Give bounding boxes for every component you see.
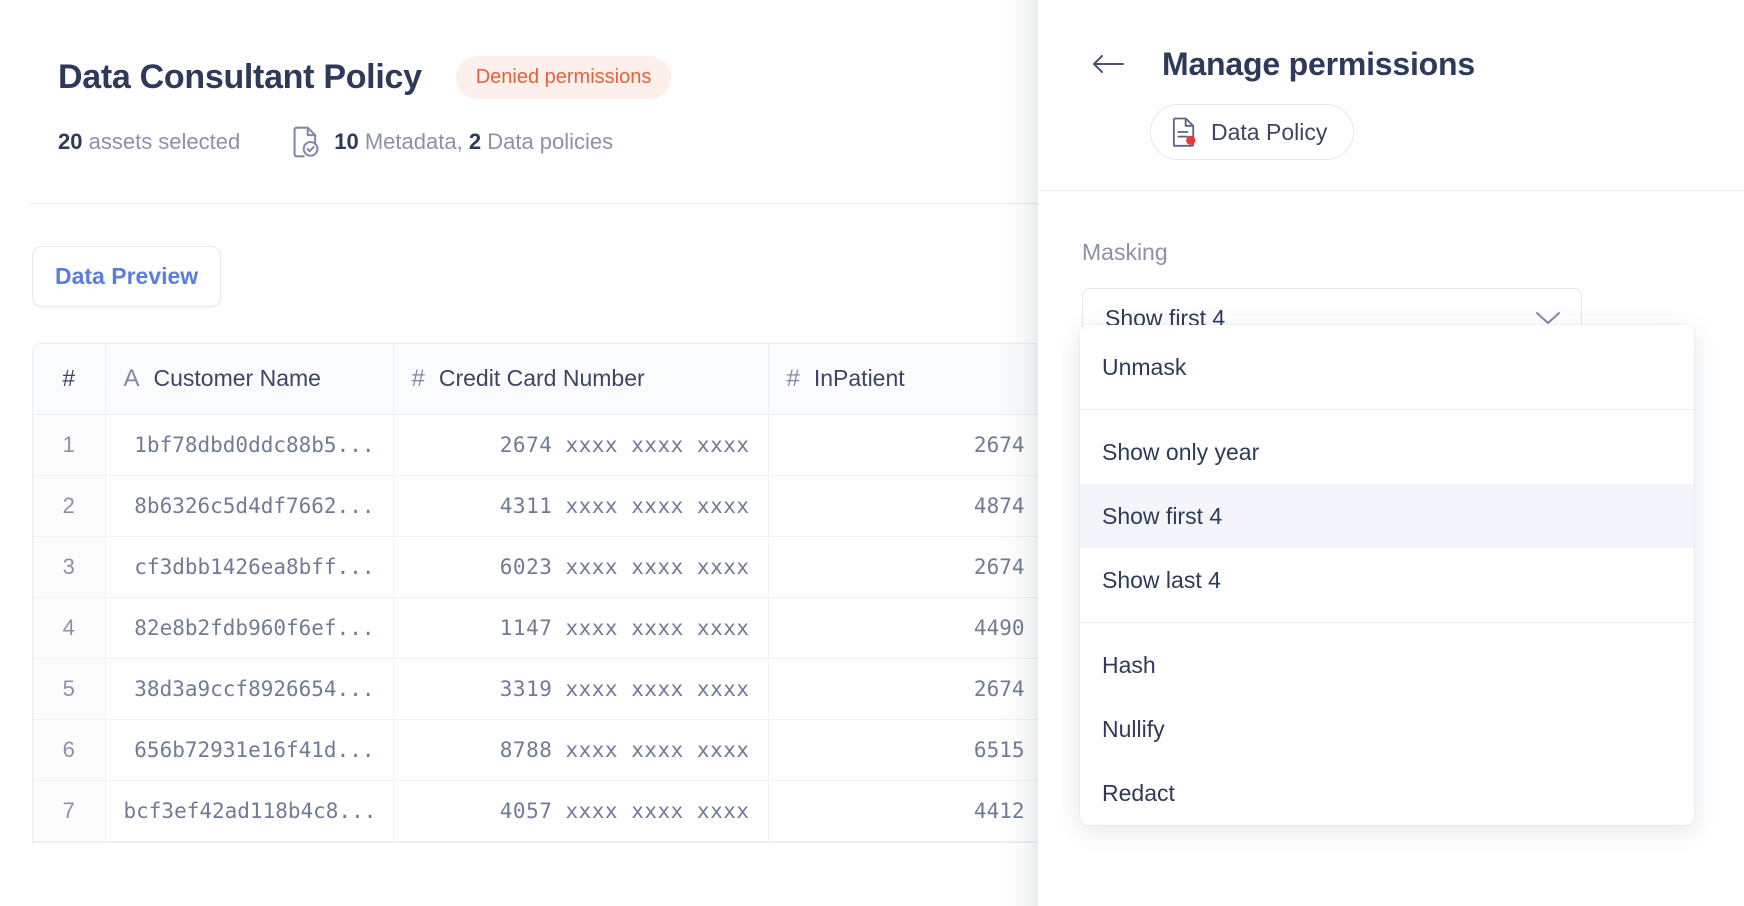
column-header-label: Credit Card Number [438, 365, 645, 392]
table-row[interactable]: 5 38d3a9ccf8926654... 3319 xxxx xxxx xxxx 2… [33, 658, 1040, 720]
column-header-credit-card-number[interactable]: # Credit Card Number [393, 344, 769, 415]
cell-credit-card-number: 3319 xxxx xxxx xxxx [393, 658, 769, 720]
table-header-row: # A Customer Name # Credit Card Number #… [33, 344, 1040, 415]
table-row[interactable]: 6 656b72931e16f41d... 8788 xxxx xxxx xxxx 6… [33, 719, 1040, 781]
cell-customer-name: cf3dbb1426ea8bff... [105, 536, 394, 598]
table-row[interactable]: 3 cf3dbb1426ea8bff... 6023 xxxx xxxx xxxx 2… [33, 536, 1040, 598]
cell-inpatient: 4874 [768, 475, 1040, 537]
cell-credit-card-number: 8788 xxxx xxxx xxxx [393, 719, 769, 781]
page-meta-row: 20 assets selected 10 Metadata, 2 Data p… [58, 126, 1040, 158]
table-head: # A Customer Name # Credit Card Number #… [33, 344, 1040, 415]
masking-option[interactable]: Nullify [1080, 697, 1694, 761]
cell-inpatient: 2674 [768, 536, 1040, 598]
panel-header: Manage permissions Data Policy [1038, 0, 1744, 191]
assets-count: 20 [58, 129, 83, 154]
chevron-down-icon [1535, 310, 1561, 326]
cell-customer-name: 1bf78dbd0ddc88b5... [105, 414, 394, 476]
table-row[interactable]: 1 1bf78dbd0ddc88b5... 2674 xxxx xxxx xxxx 2… [33, 414, 1040, 476]
row-index: 1 [33, 414, 106, 476]
cell-customer-name: bcf3ef42ad118b4c8... [105, 780, 394, 842]
row-index: 7 [33, 780, 106, 842]
assets-label: assets selected [88, 129, 241, 154]
cell-credit-card-number: 1147 xxxx xxxx xxxx [393, 597, 769, 659]
number-type-icon: # [786, 364, 800, 392]
table-row[interactable]: 4 82e8b2fdb960f6ef... 1147 xxxx xxxx xxxx 4… [33, 597, 1040, 659]
masking-option[interactable]: Show last 4 [1080, 548, 1694, 612]
policy-chip-row: Data Policy [1038, 104, 1744, 160]
page-title: Data Consultant Policy [58, 58, 422, 96]
panel-title: Manage permissions [1162, 45, 1475, 82]
tab-bar: Data Preview [0, 204, 1040, 307]
row-index: 2 [33, 475, 106, 537]
dropdown-separator [1080, 622, 1694, 623]
column-header-customer-name[interactable]: A Customer Name [105, 344, 394, 415]
main-content: Data Consultant Policy Denied permission… [0, 0, 1040, 906]
cell-inpatient: 4412 [768, 780, 1040, 842]
column-header-label: Customer Name [153, 365, 321, 392]
cell-inpatient: 2674 [768, 414, 1040, 476]
back-arrow-icon[interactable] [1088, 44, 1128, 84]
table-row[interactable]: 7 bcf3ef42ad118b4c8... 4057 xxxx xxxx xxxx… [33, 780, 1040, 842]
data-preview-table-wrapper: # A Customer Name # Credit Card Number #… [32, 343, 1040, 843]
policies-label: Data policies [487, 129, 614, 154]
cell-inpatient: 2674 [768, 658, 1040, 720]
metadata-label: Metadata, [364, 129, 463, 154]
masking-option[interactable]: Unmask [1080, 335, 1694, 399]
policy-summary-group: 10 Metadata, 2 Data policies [292, 126, 613, 158]
manage-permissions-panel: Manage permissions Data Policy Masking S… [1038, 0, 1744, 906]
table-row[interactable]: 2 8b6326c5d4df7662... 4311 xxxx xxxx xxxx 4… [33, 475, 1040, 537]
cell-customer-name: 656b72931e16f41d... [105, 719, 394, 781]
cell-credit-card-number: 6023 xxxx xxxx xxxx [393, 536, 769, 598]
page-header: Data Consultant Policy Denied permission… [0, 0, 1040, 158]
assets-selected-group: 20 assets selected [58, 129, 240, 155]
masking-label: Masking [1082, 239, 1168, 265]
row-index: 3 [33, 536, 106, 598]
row-index: 5 [33, 658, 106, 720]
number-type-icon: # [411, 364, 425, 392]
document-check-icon [292, 126, 320, 158]
column-header-inpatient[interactable]: # InPatient [768, 344, 1040, 415]
text-type-icon: A [123, 364, 140, 392]
row-index: 6 [33, 719, 106, 781]
masking-option[interactable]: Show only year [1080, 420, 1694, 484]
masking-option[interactable]: Hash [1080, 633, 1694, 697]
data-policy-chip[interactable]: Data Policy [1150, 104, 1355, 160]
dropdown-separator [1080, 409, 1694, 410]
cell-customer-name: 8b6326c5d4df7662... [105, 475, 394, 537]
data-policy-chip-label: Data Policy [1211, 118, 1328, 145]
table-body: 1 1bf78dbd0ddc88b5... 2674 xxxx xxxx xxxx 2… [33, 414, 1040, 842]
title-row: Data Consultant Policy Denied permission… [58, 56, 1040, 99]
masking-option[interactable]: Show first 4 [1080, 484, 1694, 548]
cell-credit-card-number: 4311 xxxx xxxx xxxx [393, 475, 769, 537]
column-header-index[interactable]: # [33, 344, 106, 415]
panel-title-row: Manage permissions [1038, 44, 1744, 84]
data-preview-table: # A Customer Name # Credit Card Number #… [33, 344, 1040, 842]
cell-credit-card-number: 2674 xxxx xxxx xxxx [393, 414, 769, 476]
metadata-count: 10 [334, 129, 359, 154]
masking-options-dropdown[interactable]: Unmask Show only year Show first 4 Show las… [1080, 325, 1694, 825]
panel-body: Masking Show first 4 Unmask Show only yea… [1038, 191, 1744, 825]
cell-credit-card-number: 4057 xxxx xxxx xxxx [393, 780, 769, 842]
status-badge: Denied permissions [455, 56, 672, 99]
tab-data-preview[interactable]: Data Preview [32, 246, 222, 307]
column-header-label: InPatient [813, 365, 905, 392]
row-index: 4 [33, 597, 106, 659]
masking-option[interactable]: Redact [1080, 761, 1694, 825]
data-policy-icon [1171, 117, 1197, 147]
cell-inpatient: 6515 [768, 719, 1040, 781]
app-root: Data Consultant Policy Denied permission… [0, 0, 1744, 906]
policies-count: 2 [468, 129, 482, 154]
cell-customer-name: 38d3a9ccf8926654... [105, 658, 394, 720]
cell-customer-name: 82e8b2fdb960f6ef... [105, 597, 394, 659]
cell-inpatient: 4490 [768, 597, 1040, 659]
